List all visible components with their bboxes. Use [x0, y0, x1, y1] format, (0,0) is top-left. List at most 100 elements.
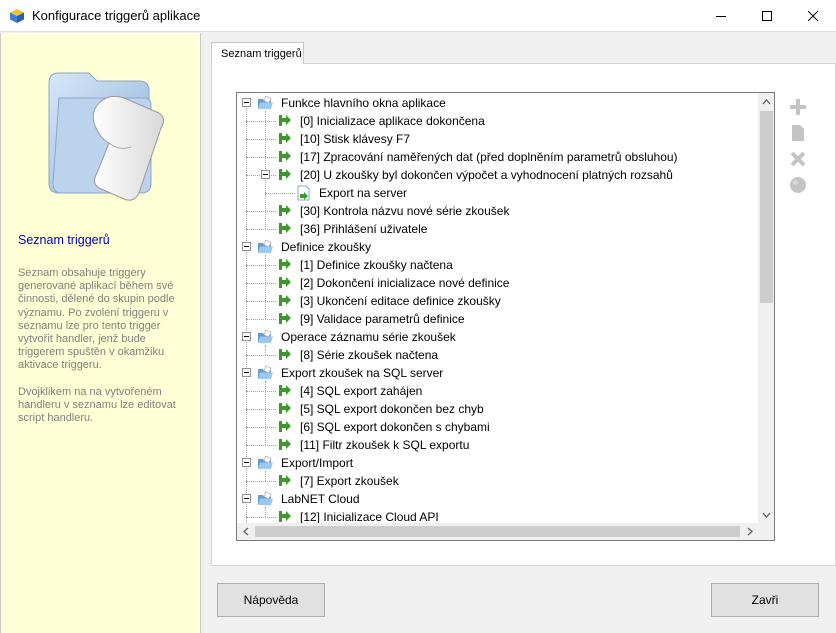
collapse-toggle[interactable] [242, 458, 251, 467]
trigger-arrow-icon [279, 223, 291, 234]
trigger-arrow-icon [279, 313, 291, 324]
tree-trigger-row[interactable]: [8] Série zkoušek načtena [237, 346, 758, 364]
trigger-tree[interactable]: Funkce hlavního okna aplikace [0] Inicial… [236, 92, 775, 541]
trigger-arrow-icon [279, 277, 291, 288]
tree-item-label: Export/Import [281, 456, 354, 470]
tree-item-label: Export na server [319, 186, 408, 200]
script-handler-icon [297, 185, 310, 201]
tree-group-row[interactable]: Definice zkoušky [237, 238, 758, 256]
tree-connector-line [246, 301, 276, 302]
tree-connector-line [246, 355, 276, 356]
tree-group-row[interactable]: LabNET Cloud [237, 490, 758, 508]
tab-trigger-list[interactable]: Seznam triggerů [211, 42, 304, 64]
minimize-button[interactable] [698, 0, 744, 32]
tree-trigger-row[interactable]: [10] Stisk klávesy F7 [237, 130, 758, 148]
vertical-scroll-thumb[interactable] [760, 111, 773, 303]
tree-item-label: [9] Validace parametrů definice [300, 312, 465, 326]
scroll-corner [758, 523, 774, 540]
trigger-arrow-icon [279, 439, 291, 450]
edit-handler-button[interactable] [787, 122, 809, 144]
title-bar: Konfigurace triggerů aplikace [0, 0, 836, 32]
maximize-icon [762, 11, 772, 21]
tree-trigger-row[interactable]: [12] Inicializace Cloud API [237, 508, 758, 523]
trigger-arrow-icon [279, 385, 291, 396]
trigger-arrow-icon [279, 151, 291, 162]
help-button[interactable]: Nápověda [217, 583, 325, 617]
tree-rows: Funkce hlavního okna aplikace [0] Inicial… [237, 93, 758, 523]
maximize-button[interactable] [744, 0, 790, 32]
tree-trigger-row[interactable]: [30] Kontrola názvu nové série zkoušek [237, 202, 758, 220]
scroll-left-arrow[interactable] [237, 523, 254, 540]
tree-connector-line [246, 283, 276, 284]
tree-trigger-row[interactable]: [36] Přihlášení uživatele [237, 220, 758, 238]
delete-handler-button[interactable] [787, 148, 809, 170]
tree-trigger-row[interactable]: [7] Export zkoušek [237, 472, 758, 490]
close-button[interactable]: Zavři [711, 583, 819, 617]
tree-item-label: [3] Ukončení editace definice zkoušky [300, 294, 501, 308]
tree-trigger-row[interactable]: [17] Zpracování naměřených dat (před dop… [237, 148, 758, 166]
chevron-up-icon [762, 98, 771, 104]
tree-item-label: Operace záznamu série zkoušek [281, 330, 456, 344]
tree-item-label: [1] Definice zkoušky načtena [300, 258, 453, 272]
tree-item-label: [7] Export zkoušek [300, 474, 399, 488]
tree-trigger-row[interactable]: [1] Definice zkoušky načtena [237, 256, 758, 274]
trigger-arrow-icon [279, 115, 291, 126]
tree-trigger-row[interactable]: [0] Inicializace aplikace dokončena [237, 112, 758, 130]
collapse-toggle[interactable] [242, 368, 251, 377]
tree-item-label: LabNET Cloud [281, 492, 360, 506]
tree-item-label: Export zkoušek na SQL server [281, 366, 444, 380]
scroll-down-arrow[interactable] [758, 506, 774, 523]
tree-handler-row[interactable]: Export na server [237, 184, 758, 202]
vertical-scrollbar[interactable] [758, 93, 774, 523]
tree-trigger-row[interactable]: [20] U zkoušky byl dokončen výpočet a vy… [237, 166, 758, 184]
disable-handler-button[interactable] [787, 174, 809, 196]
trigger-arrow-icon [279, 475, 291, 486]
tree-connector-line [246, 409, 276, 410]
tree-connector-line [246, 265, 276, 266]
sidebar-description: Seznam obsahuje triggery generované apli… [18, 267, 176, 425]
collapse-toggle[interactable] [242, 242, 251, 251]
scroll-up-arrow[interactable] [758, 93, 774, 110]
chevron-down-icon [762, 512, 771, 518]
scroll-right-arrow[interactable] [741, 523, 758, 540]
tree-trigger-row[interactable]: [3] Ukončení editace definice zkoušky [237, 292, 758, 310]
tree-connector-line [246, 445, 276, 446]
tree-connector-line [246, 211, 276, 212]
tree-item-label: [17] Zpracování naměřených dat (před dop… [300, 150, 678, 164]
horizontal-scrollbar[interactable] [237, 523, 758, 540]
add-handler-button[interactable] [787, 96, 809, 118]
tree-trigger-row[interactable]: [5] SQL export dokončen bez chyb [237, 400, 758, 418]
tree-trigger-row[interactable]: [4] SQL export zahájen [237, 382, 758, 400]
plus-icon [790, 99, 806, 115]
tree-item-label: [6] SQL export dokončen s chybami [300, 420, 490, 434]
tree-item-label: [4] SQL export zahájen [300, 384, 423, 398]
tree-trigger-row[interactable]: [9] Validace parametrů definice [237, 310, 758, 328]
collapse-toggle[interactable] [242, 332, 251, 341]
folder-open-icon [258, 239, 273, 253]
collapse-toggle[interactable] [261, 170, 270, 179]
tree-item-label: [0] Inicializace aplikace dokončena [300, 114, 485, 128]
tree-group-row[interactable]: Export zkoušek na SQL server [237, 364, 758, 382]
tree-trigger-row[interactable]: [2] Dokončení inicializace nové definice [237, 274, 758, 292]
tree-group-row[interactable]: Operace záznamu série zkoušek [237, 328, 758, 346]
collapse-toggle[interactable] [242, 98, 251, 107]
folder-open-icon [258, 365, 273, 379]
tree-trigger-row[interactable]: [6] SQL export dokončen s chybami [237, 418, 758, 436]
horizontal-scroll-thumb[interactable] [255, 526, 740, 537]
collapse-toggle[interactable] [242, 494, 251, 503]
window-title: Konfigurace triggerů aplikace [32, 8, 201, 23]
trigger-arrow-icon [279, 511, 291, 522]
folder-open-icon [258, 329, 273, 343]
tree-connector-line [246, 121, 276, 122]
tree-trigger-row[interactable]: [11] Filtr zkoušek k SQL exportu [237, 436, 758, 454]
tree-connector-line [246, 157, 276, 158]
info-sidebar: Seznam triggerů Seznam obsahuje triggery… [0, 33, 201, 633]
tree-group-row[interactable]: Export/Import [237, 454, 758, 472]
delete-x-icon [790, 151, 806, 167]
chevron-left-icon [242, 527, 248, 536]
close-window-button[interactable] [790, 0, 836, 32]
trigger-arrow-icon [279, 133, 291, 144]
folder-open-icon [258, 455, 273, 469]
tree-item-label: Definice zkoušky [281, 240, 372, 254]
tree-group-row[interactable]: Funkce hlavního okna aplikace [237, 94, 758, 112]
